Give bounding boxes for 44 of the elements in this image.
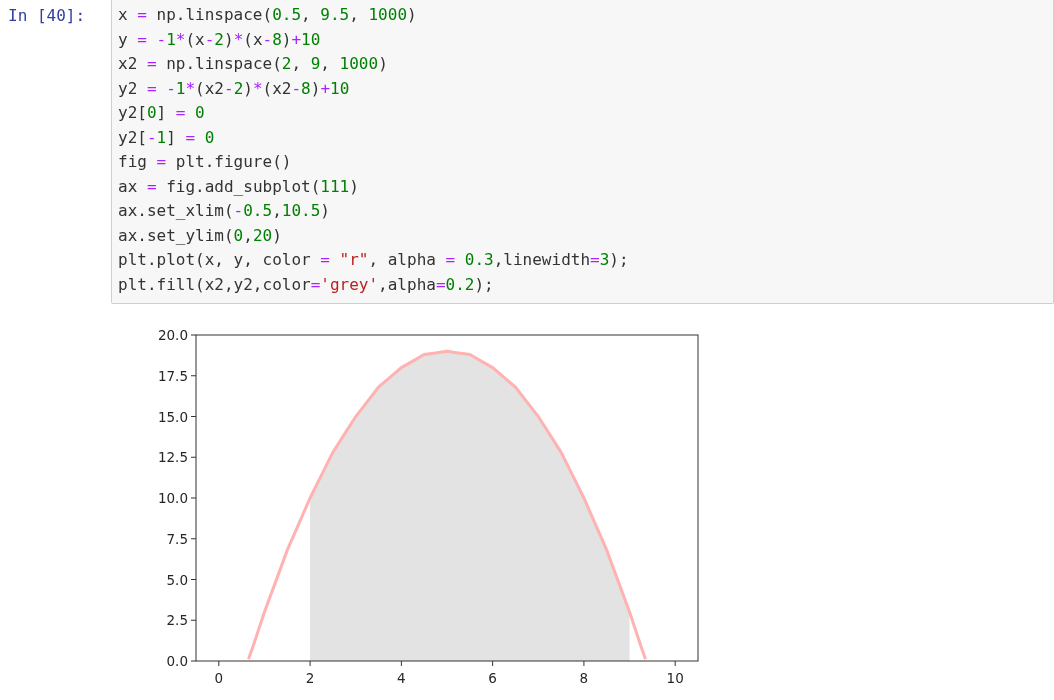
tick-mark bbox=[492, 660, 494, 667]
tick-mark bbox=[190, 660, 197, 662]
x-tick-label: 10 bbox=[666, 670, 684, 686]
y-tick-label: 15.0 bbox=[157, 408, 188, 425]
x-tick-label: 4 bbox=[397, 670, 406, 686]
y-tick-label: 2.5 bbox=[166, 612, 188, 629]
tick-mark bbox=[218, 660, 220, 667]
code-line: fig = plt.figure() bbox=[118, 151, 293, 173]
code-line: y2[-1] = 0 bbox=[118, 126, 216, 149]
code-line: x = np.linspace(0.5, 9.5, 1000) bbox=[118, 4, 418, 26]
tick-mark bbox=[190, 456, 197, 458]
y-tick-label: 7.5 bbox=[166, 530, 188, 547]
y-tick-label: 12.5 bbox=[157, 449, 188, 466]
y-tick-label: 5.0 bbox=[166, 571, 188, 588]
code-line: y2[0] = 0 bbox=[118, 102, 206, 124]
tick-mark bbox=[190, 416, 197, 417]
code-cell[interactable] bbox=[111, 0, 1054, 304]
tick-mark bbox=[400, 660, 402, 667]
tick-mark bbox=[190, 579, 197, 580]
code-line: ax.set_xlim(-0.5,10.5) bbox=[118, 200, 331, 222]
code-line: y2 = -1*(x2-2)*(x2-8)+10 bbox=[118, 77, 351, 100]
code-line: plt.plot(x, y, color = "r", alpha = 0.3,linewidth=3); bbox=[118, 249, 630, 271]
code-line: ax = fig.add_subplot(111) bbox=[118, 175, 360, 198]
code-line: x2 = np.linspace(2, 9, 1000) bbox=[118, 53, 389, 75]
tick-mark bbox=[190, 619, 197, 621]
tick-mark bbox=[190, 497, 197, 499]
tick-mark bbox=[190, 375, 197, 377]
y-tick-label: 0.0 bbox=[166, 653, 188, 669]
tick-mark bbox=[190, 334, 197, 336]
input-prompt: In [40]: bbox=[7, 5, 87, 27]
x-tick-label: 8 bbox=[579, 670, 589, 686]
code-line: y = -1*(x-2)*(x-8)+10 bbox=[118, 28, 322, 51]
tick-mark bbox=[190, 538, 197, 540]
y-tick-label: 20.0 bbox=[157, 327, 188, 343]
tick-mark bbox=[309, 660, 311, 667]
y-tick-label: 17.5 bbox=[157, 367, 188, 384]
tick-mark bbox=[674, 660, 676, 667]
y-tick-label: 10.0 bbox=[157, 490, 188, 506]
tick-mark bbox=[583, 660, 585, 667]
x-tick-label: 2 bbox=[305, 670, 315, 686]
code-line: ax.set_ylim(0,20) bbox=[118, 224, 283, 247]
x-tick-label: 6 bbox=[488, 670, 497, 686]
code-line: plt.fill(x2,y2,color='grey',alpha=0.2); bbox=[118, 273, 495, 296]
x-tick-label: 0 bbox=[214, 670, 224, 686]
